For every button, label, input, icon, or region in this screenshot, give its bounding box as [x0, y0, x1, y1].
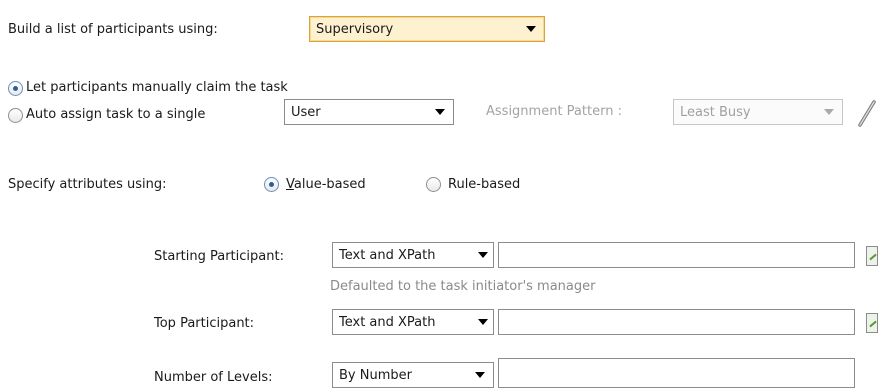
chevron-down-icon — [435, 109, 445, 115]
number-of-levels-input[interactable] — [498, 358, 855, 388]
value-based-radio[interactable] — [264, 177, 279, 192]
assignment-pattern-value: Least Busy — [680, 104, 751, 120]
auto-assign-label: Auto assign task to a single — [26, 107, 206, 122]
rule-based-radio[interactable] — [426, 177, 441, 192]
starting-participant-type-dropdown[interactable]: Text and XPath — [332, 242, 494, 268]
auto-assign-type-dropdown[interactable]: User — [284, 99, 454, 125]
assignment-pattern-label: Assignment Pattern : — [486, 104, 622, 119]
number-of-levels-type-dropdown[interactable]: By Number — [332, 362, 494, 388]
starting-participant-hint: Defaulted to the task initiator's manage… — [330, 279, 596, 294]
participant-type-value: Supervisory — [316, 21, 394, 37]
value-based-rest: alue-based — [293, 177, 366, 192]
top-participant-type-dropdown[interactable]: Text and XPath — [332, 309, 494, 335]
chevron-down-icon — [824, 109, 834, 115]
starting-participant-type-value: Text and XPath — [339, 247, 436, 263]
value-based-mnemonic: V — [286, 177, 294, 192]
value-based-label: Value-based — [286, 177, 366, 193]
participant-type-dropdown[interactable]: Supervisory — [309, 16, 545, 42]
manual-claim-label: Let participants manually claim the task — [26, 80, 288, 95]
chevron-down-icon — [475, 372, 485, 378]
rule-based-label: Rule-based — [448, 177, 521, 192]
browse-icon[interactable] — [866, 246, 878, 266]
chevron-down-icon — [478, 252, 488, 258]
number-of-levels-label: Number of Levels: — [154, 370, 273, 385]
starting-participant-label: Starting Participant: — [154, 249, 284, 264]
browse-icon[interactable] — [866, 313, 878, 333]
top-participant-type-value: Text and XPath — [339, 314, 436, 330]
auto-assign-type-value: User — [291, 104, 321, 120]
top-participant-label: Top Participant: — [154, 316, 255, 331]
build-list-label: Build a list of participants using: — [8, 22, 218, 37]
number-of-levels-type-value: By Number — [339, 367, 412, 383]
manual-claim-radio[interactable] — [8, 81, 23, 96]
auto-assign-radio[interactable] — [8, 108, 23, 123]
assignment-pattern-dropdown[interactable]: Least Busy — [673, 99, 843, 125]
pencil-icon[interactable] — [855, 99, 879, 129]
top-participant-input[interactable] — [498, 309, 855, 335]
chevron-down-icon — [478, 319, 488, 325]
chevron-down-icon — [526, 26, 536, 32]
specify-attributes-label: Specify attributes using: — [8, 177, 167, 192]
starting-participant-input[interactable] — [498, 242, 855, 268]
